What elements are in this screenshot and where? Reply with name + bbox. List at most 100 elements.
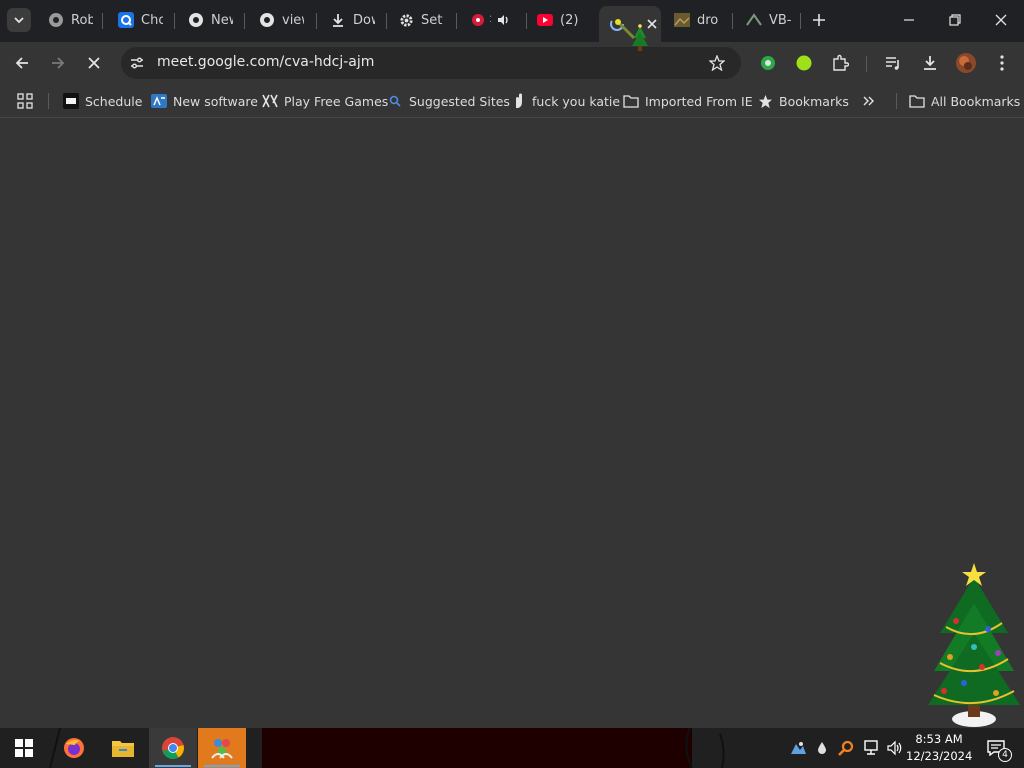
avatar (956, 53, 976, 73)
wallpaper-line-icon (685, 728, 725, 768)
tray-network-icon[interactable] (861, 728, 881, 768)
extension-green-button[interactable] (754, 49, 782, 77)
taskbar-firefox[interactable] (50, 728, 98, 768)
tab-search-button[interactable] (7, 8, 31, 32)
bookmark-label: New software (173, 93, 258, 109)
taskbar-clock[interactable]: 8:53 AM 12/23/2024 (906, 731, 972, 765)
tab-settings[interactable]: Setti (398, 6, 448, 34)
bookmarks-bar: Schedule New software Play Free Games Su… (0, 84, 1024, 118)
taskbar-chrome[interactable] (149, 728, 197, 768)
tab-divider (174, 13, 175, 29)
tray-volume-icon[interactable] (884, 728, 906, 768)
star-icon (757, 93, 773, 109)
bookmark-suggested-sites[interactable]: Suggested Sites (387, 91, 510, 111)
start-button[interactable] (0, 728, 48, 768)
profile-button[interactable] (952, 49, 980, 77)
action-center-button[interactable]: 4 (980, 728, 1012, 768)
tab-cho[interactable]: Cho (118, 6, 166, 34)
extension-circle-icon (761, 56, 775, 70)
bookmark-schedule[interactable]: Schedule (63, 91, 142, 111)
schedule-icon (63, 93, 79, 109)
bookmark-label: Bookmarks (779, 93, 849, 109)
forward-button[interactable] (44, 49, 72, 77)
tab-label: 1 (489, 15, 491, 25)
tab-label: Cho (141, 12, 163, 28)
taskbar-file-explorer[interactable] (99, 728, 147, 768)
image-icon (674, 12, 690, 28)
media-queue-icon (886, 57, 899, 70)
bookmark-bookmarks[interactable]: Bookmarks (757, 91, 849, 111)
folder-icon (909, 93, 925, 109)
tab-rob[interactable]: Rob (48, 6, 96, 34)
tab-divider (102, 13, 103, 29)
speaker-icon[interactable] (495, 12, 511, 28)
extension-lime-button[interactable] (790, 49, 818, 77)
tab-divider (526, 13, 527, 29)
folder-icon (623, 93, 639, 109)
arrow-right-icon (52, 57, 65, 69)
tab-divider (732, 13, 733, 29)
tab-vb[interactable]: VB- (746, 6, 796, 34)
chrome-icon (259, 12, 275, 28)
more-vert-icon (1000, 55, 1004, 71)
download-icon (330, 12, 346, 28)
christmas-tree-icon (928, 563, 1020, 727)
search-icon (387, 93, 403, 109)
tab-label: view (282, 12, 304, 28)
tab-downloads[interactable]: Dow (330, 6, 378, 34)
tray-drop-icon[interactable] (814, 728, 830, 768)
minimize-button[interactable] (894, 8, 924, 32)
bookmarks-overflow-button[interactable] (862, 91, 876, 111)
media-control-button[interactable] (879, 49, 907, 77)
tab-divider (386, 13, 387, 29)
bookmark-label: fuck you katie (532, 93, 621, 109)
tab-divider (316, 13, 317, 29)
tab-divider (244, 13, 245, 29)
tab-label: VB- (769, 12, 791, 28)
download-icon (924, 56, 936, 70)
bookmark-custom[interactable]: fuck you katie (510, 91, 620, 111)
tab-youtube[interactable]: (2) ; (537, 6, 587, 34)
site-info-icon[interactable] (129, 55, 145, 71)
bookmarks-divider (896, 93, 897, 109)
apps-button[interactable] (17, 91, 33, 111)
extensions-button[interactable] (826, 49, 854, 77)
bookmark-label: Play Free Games (284, 93, 389, 109)
star-icon[interactable] (709, 55, 725, 71)
firefox-icon (64, 738, 84, 758)
bookmark-imported-from-ie[interactable]: Imported From IE (623, 91, 753, 111)
bookmark-new-software[interactable]: New software (151, 91, 258, 111)
bookmark-play-free-games[interactable]: Play Free Games (262, 91, 388, 111)
new-tab-button[interactable] (804, 8, 834, 32)
plus-icon (813, 14, 825, 26)
downloads-button[interactable] (916, 49, 944, 77)
taskbar-people-app[interactable] (198, 728, 246, 768)
stop-loading-button[interactable] (80, 49, 108, 77)
chrome-icon (162, 737, 184, 759)
tab-view[interactable]: view (259, 6, 309, 34)
chevron-double-right-icon (863, 96, 874, 106)
close-icon (88, 57, 100, 69)
all-bookmarks-label: All Bookmarks (931, 93, 1021, 109)
tray-search-icon[interactable] (836, 728, 856, 768)
tab-label: Dow (353, 12, 375, 28)
folder-icon (112, 741, 134, 757)
extension-dot-icon (796, 55, 812, 71)
hand-icon (510, 93, 526, 109)
tab-new[interactable]: New (188, 6, 236, 34)
restore-button[interactable] (940, 8, 970, 32)
gear-icon (398, 12, 414, 28)
windows-logo-icon (15, 739, 33, 757)
restore-icon (949, 14, 961, 26)
menu-button[interactable] (988, 49, 1016, 77)
tab-drop[interactable]: dro (674, 6, 722, 34)
tab-divider (800, 13, 801, 29)
back-button[interactable] (8, 49, 36, 77)
all-bookmarks-button[interactable]: All Bookmarks (909, 91, 1020, 111)
tab-label: (2) ; (560, 12, 582, 28)
tray-onedrive-icon[interactable] (788, 728, 808, 768)
address-url[interactable]: meet.google.com/cva-hdcj-ajm (157, 54, 374, 70)
close-window-button[interactable] (986, 8, 1016, 32)
tab-audio[interactable]: 1 (470, 6, 518, 34)
people-icon (211, 739, 233, 759)
